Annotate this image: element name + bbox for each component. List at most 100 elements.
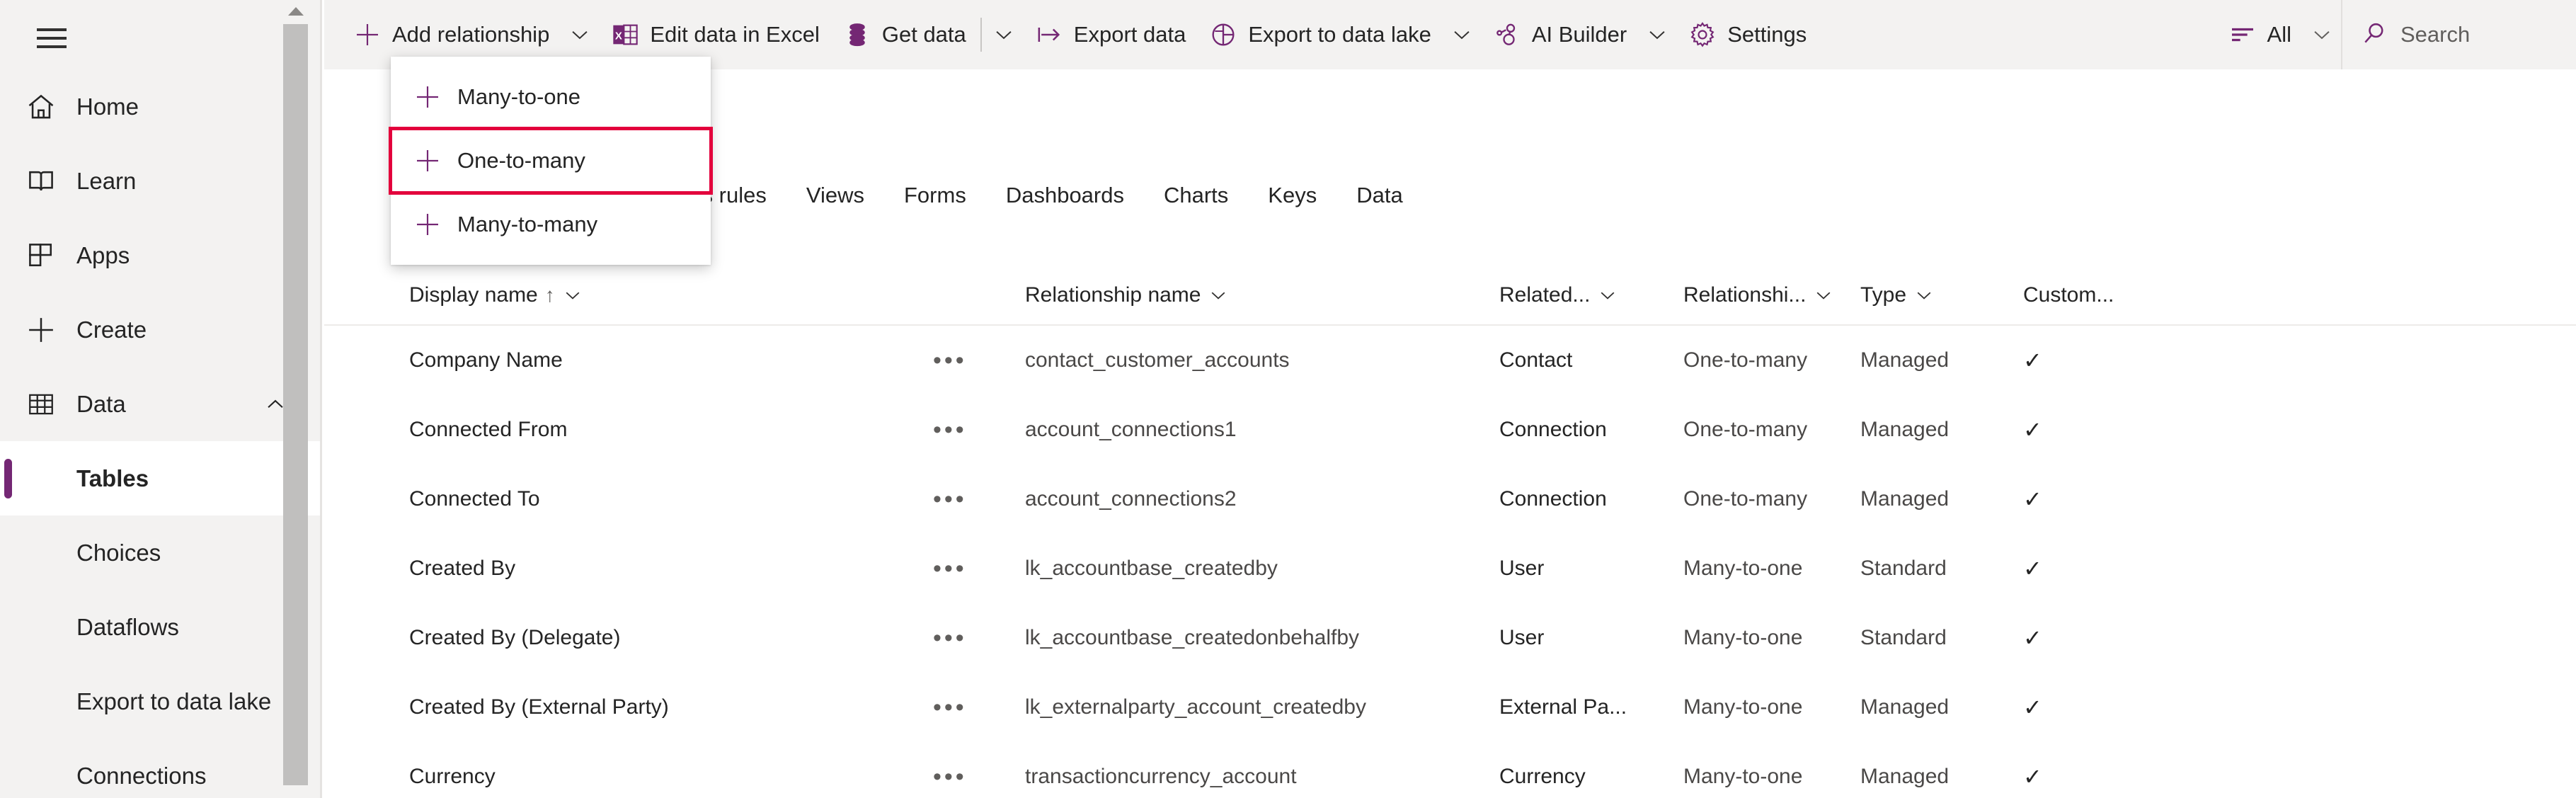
site-menu-button[interactable] bbox=[20, 8, 84, 68]
table-row[interactable]: Currency ••• transactioncurrency_account… bbox=[324, 742, 2576, 798]
table-row[interactable]: Created By (Delegate) ••• lk_accountbase… bbox=[324, 603, 2576, 673]
cell-display-name: Company Name bbox=[409, 348, 563, 372]
menu-item-label: Many-to-one bbox=[457, 84, 581, 109]
column-header-related[interactable]: Related... bbox=[1499, 283, 1683, 307]
sidebar-item-export-to-data-lake[interactable]: Export to data lake bbox=[0, 664, 320, 739]
cell-display-name: Created By bbox=[409, 557, 516, 580]
cell-relationship-name: contact_customer_accounts bbox=[1025, 348, 1290, 372]
column-header-type[interactable]: Type bbox=[1860, 283, 2023, 307]
export-to-data-lake-caret[interactable] bbox=[1443, 0, 1481, 69]
sidebar-item-learn[interactable]: Learn bbox=[0, 144, 320, 218]
row-actions-button[interactable]: ••• bbox=[933, 763, 1025, 791]
sidebar-item-label: Learn bbox=[76, 167, 137, 194]
row-actions-button[interactable]: ••• bbox=[933, 694, 1025, 722]
row-actions-button[interactable]: ••• bbox=[933, 416, 1025, 444]
get-data-caret[interactable] bbox=[985, 0, 1023, 69]
chevron-down-icon[interactable] bbox=[1913, 285, 1935, 306]
settings-button[interactable]: Settings bbox=[1676, 0, 1818, 69]
column-header-relationship-name[interactable]: Relationship name bbox=[1025, 283, 1499, 307]
column-header-relationship-type[interactable]: Relationshi... bbox=[1683, 283, 1860, 307]
hamburger-icon bbox=[37, 28, 67, 48]
plus-icon bbox=[412, 145, 443, 176]
cell-display-name: Created By (External Party) bbox=[409, 695, 669, 719]
sidebar-item-create[interactable]: Create bbox=[0, 292, 320, 367]
filter-caret[interactable] bbox=[2303, 0, 2341, 69]
search-input[interactable]: Search bbox=[2342, 0, 2576, 69]
row-actions-button[interactable]: ••• bbox=[933, 625, 1025, 652]
cell-custom-check-icon: ✓ bbox=[2023, 695, 2042, 720]
sidebar-item-label: Create bbox=[76, 316, 147, 343]
plus-icon bbox=[21, 310, 61, 350]
cell-relationship-type: One-to-many bbox=[1683, 487, 1808, 511]
column-header-label: Related... bbox=[1499, 283, 1591, 307]
svg-text:X: X bbox=[615, 30, 622, 42]
table-row[interactable]: Created By (External Party) ••• lk_exter… bbox=[324, 673, 2576, 742]
sidebar-item-tables[interactable]: Tables bbox=[0, 441, 320, 515]
column-header-custom[interactable]: Custom... bbox=[2023, 283, 2207, 307]
tab-forms[interactable]: Forms bbox=[884, 183, 986, 221]
sidebar-item-apps[interactable]: Apps bbox=[0, 218, 320, 292]
row-actions-button[interactable]: ••• bbox=[933, 555, 1025, 583]
menu-item-many-to-many[interactable]: Many-to-many bbox=[391, 193, 711, 256]
column-header-display-name[interactable]: Display name ↑ bbox=[409, 283, 933, 307]
command-label: Settings bbox=[1727, 22, 1807, 47]
chevron-down-icon[interactable] bbox=[1597, 285, 1618, 306]
cell-relationship-type: Many-to-one bbox=[1683, 765, 1803, 788]
cell-display-name: Connected From bbox=[409, 418, 568, 441]
scrollbar-thumb[interactable] bbox=[283, 24, 308, 785]
tab-keys[interactable]: Keys bbox=[1248, 183, 1336, 221]
tab-label: Dashboards bbox=[1005, 183, 1124, 207]
cell-relationship-name: account_connections2 bbox=[1025, 487, 1237, 511]
sidebar-item-home[interactable]: Home bbox=[0, 69, 320, 144]
table-row[interactable]: Connected From ••• account_connections1 … bbox=[324, 395, 2576, 464]
plus-icon bbox=[353, 20, 382, 50]
app-root: Home Learn Apps Create Data Tables Choic… bbox=[0, 0, 2576, 798]
tab-dashboards[interactable]: Dashboards bbox=[986, 183, 1144, 221]
tab-views[interactable]: Views bbox=[786, 183, 884, 221]
sidebar-item-label: Apps bbox=[76, 241, 130, 268]
export-data-button[interactable]: Export data bbox=[1023, 0, 1198, 69]
cell-custom-check-icon: ✓ bbox=[2023, 486, 2042, 512]
database-icon bbox=[842, 20, 872, 50]
filter-label: All bbox=[2267, 22, 2291, 47]
get-data-button[interactable]: Get data bbox=[831, 0, 978, 69]
sidebar-scrollbar[interactable] bbox=[283, 0, 308, 798]
search-icon bbox=[2361, 20, 2388, 50]
filter-lines-icon bbox=[2228, 20, 2257, 50]
row-actions-button[interactable]: ••• bbox=[933, 347, 1025, 375]
cell-type: Managed bbox=[1860, 765, 1950, 788]
cell-type: Standard bbox=[1860, 626, 1947, 649]
command-label: Export to data lake bbox=[1248, 22, 1431, 47]
table-row[interactable]: Company Name ••• contact_customer_accoun… bbox=[324, 326, 2576, 395]
cell-relationship-type: Many-to-one bbox=[1683, 557, 1803, 580]
sidebar-subitem-label: Dataflows bbox=[76, 613, 179, 640]
command-label: Export data bbox=[1073, 22, 1186, 47]
filter-all-button[interactable]: All bbox=[2216, 0, 2303, 69]
table-row[interactable]: Connected To ••• account_connections2 Co… bbox=[324, 464, 2576, 534]
cell-custom-check-icon: ✓ bbox=[2023, 417, 2042, 443]
table-row[interactable]: Created By ••• lk_accountbase_createdby … bbox=[324, 534, 2576, 603]
column-header-label: Display name bbox=[409, 283, 538, 307]
sidebar-item-label: Home bbox=[76, 93, 139, 120]
ai-builder-button[interactable]: AI Builder bbox=[1481, 0, 1638, 69]
tab-data[interactable]: Data bbox=[1336, 183, 1422, 221]
chevron-down-icon[interactable] bbox=[562, 285, 583, 306]
chevron-down-icon[interactable] bbox=[1208, 285, 1229, 306]
scroll-up-arrow-icon[interactable] bbox=[283, 0, 308, 23]
ai-builder-caret[interactable] bbox=[1638, 0, 1676, 69]
tab-charts[interactable]: Charts bbox=[1144, 183, 1248, 221]
sidebar-item-choices[interactable]: Choices bbox=[0, 515, 320, 590]
sidebar-item-connections[interactable]: Connections bbox=[0, 739, 320, 798]
sidebar-item-data[interactable]: Data bbox=[0, 367, 320, 441]
export-to-data-lake-button[interactable]: Export to data lake bbox=[1197, 0, 1443, 69]
menu-item-one-to-many[interactable]: One-to-many bbox=[389, 127, 713, 195]
row-actions-button[interactable]: ••• bbox=[933, 486, 1025, 513]
command-label: AI Builder bbox=[1531, 22, 1627, 47]
sidebar-item-dataflows[interactable]: Dataflows bbox=[0, 590, 320, 664]
menu-item-many-to-one[interactable]: Many-to-one bbox=[391, 65, 711, 129]
tab-label: Forms bbox=[904, 183, 966, 207]
sidebar-subitem-label: Choices bbox=[76, 539, 161, 566]
cell-relationship-name: lk_accountbase_createdby bbox=[1025, 557, 1278, 580]
grid-header-row: Display name ↑ Relationship name Related… bbox=[324, 266, 2576, 326]
chevron-down-icon[interactable] bbox=[1813, 285, 1834, 306]
